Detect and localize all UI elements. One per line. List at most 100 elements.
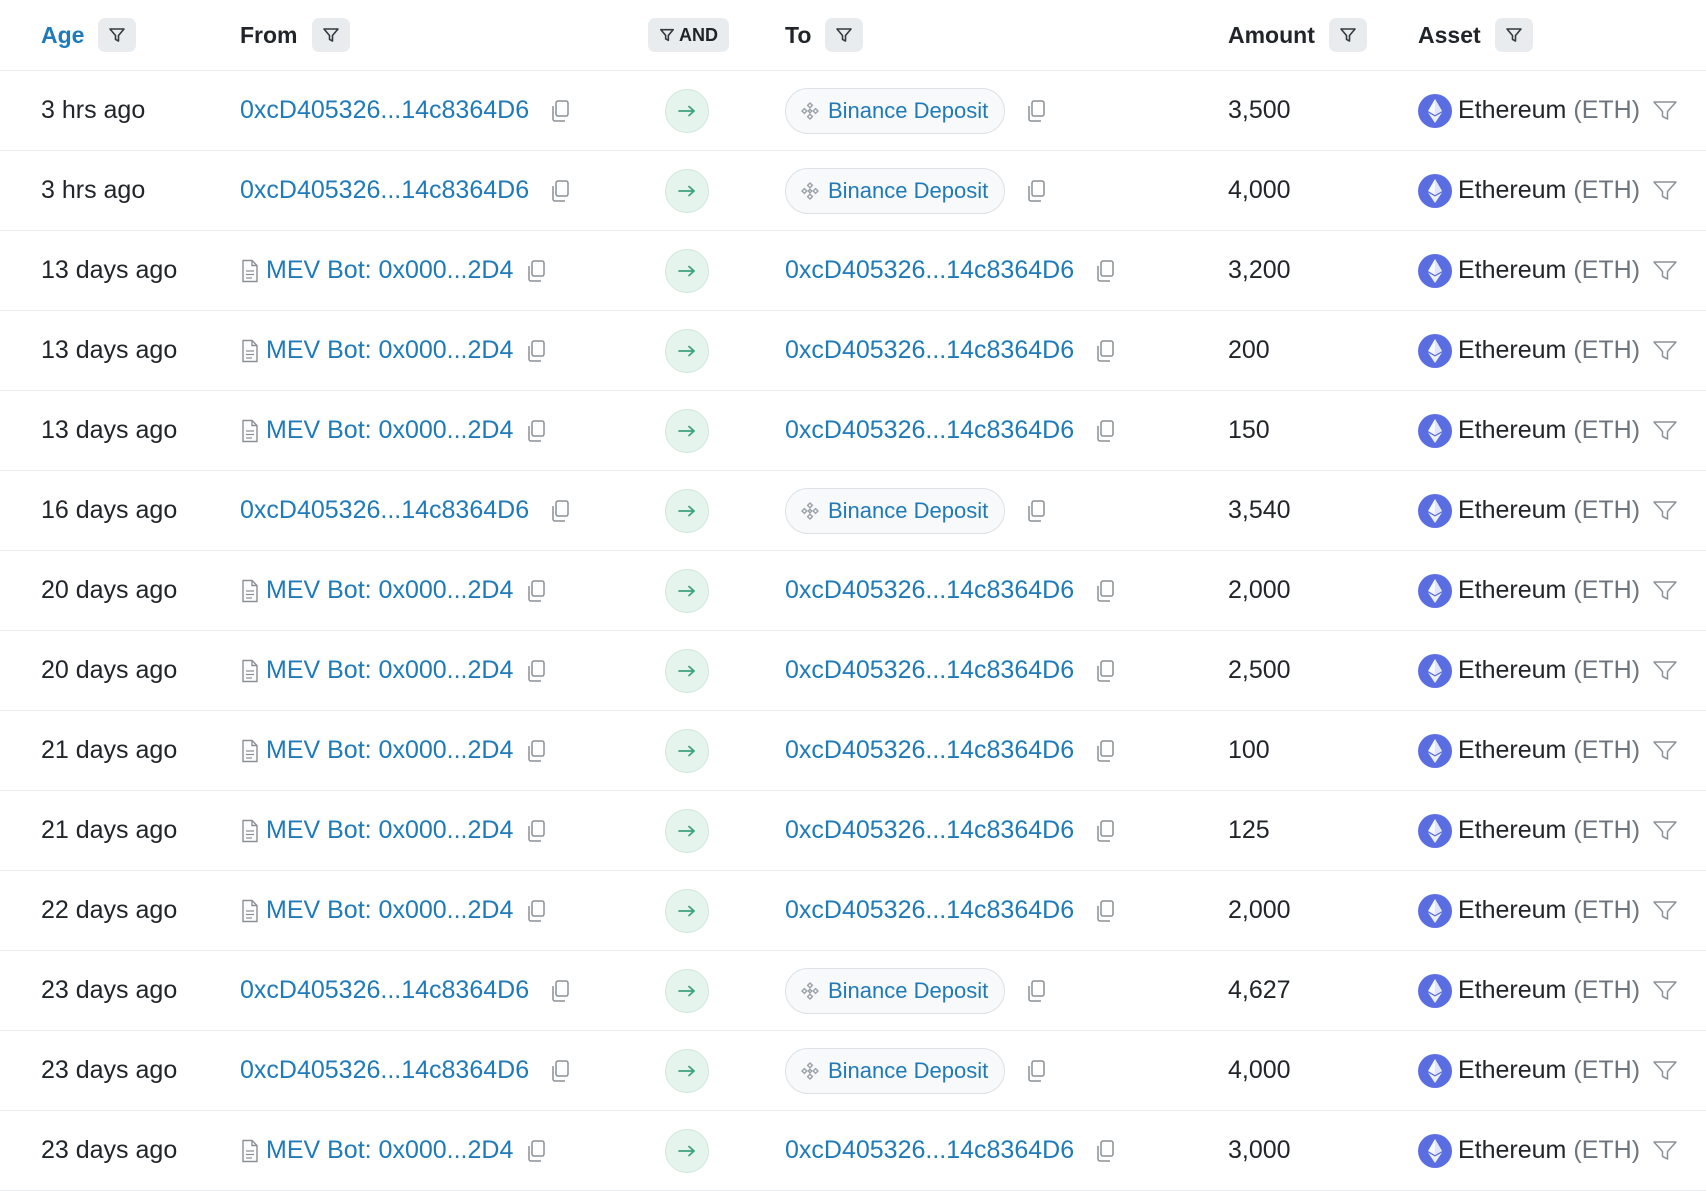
from-link[interactable]: MEV Bot: 0x000...2D4 (266, 416, 513, 445)
copy-from-button[interactable] (549, 1059, 571, 1083)
and-filter-button[interactable]: AND (648, 18, 729, 52)
copy-to-button[interactable] (1094, 1139, 1116, 1163)
from-filter-button[interactable] (311, 18, 350, 52)
from-link[interactable]: MEV Bot: 0x000...2D4 (266, 896, 513, 925)
copy-from-button[interactable] (525, 659, 547, 683)
from-link[interactable]: MEV Bot: 0x000...2D4 (266, 816, 513, 845)
arrow-right-icon (665, 1048, 709, 1093)
to-link[interactable]: 0xcD405326...14c8364D6 (785, 736, 1074, 765)
copy-from-button[interactable] (549, 179, 571, 203)
amount-cell: 2,500 (1228, 631, 1291, 710)
amount-value: 4,627 (1228, 976, 1291, 1004)
copy-from-button[interactable] (525, 899, 547, 923)
copy-to-button[interactable] (1094, 259, 1116, 283)
asset-row-filter-button[interactable] (1652, 1139, 1678, 1163)
age-value: 13 days ago (41, 256, 178, 284)
arrow-right-icon (665, 408, 709, 453)
from-link[interactable]: MEV Bot: 0x000...2D4 (266, 736, 513, 765)
asset-row-filter-button[interactable] (1652, 819, 1678, 843)
asset-filter-button[interactable] (1494, 18, 1533, 52)
to-label-pill[interactable]: Binance Deposit (785, 167, 1006, 214)
asset-row-filter-button[interactable] (1652, 99, 1678, 123)
copy-to-button[interactable] (1025, 179, 1047, 203)
from-link[interactable]: MEV Bot: 0x000...2D4 (266, 576, 513, 605)
to-link[interactable]: 0xcD405326...14c8364D6 (785, 816, 1074, 845)
copy-from-button[interactable] (525, 819, 547, 843)
from-link[interactable]: 0xcD405326...14c8364D6 (240, 1056, 529, 1085)
copy-to-button[interactable] (1025, 1059, 1047, 1083)
asset-row-filter-button[interactable] (1652, 499, 1678, 523)
asset-name[interactable]: Ethereum (1458, 96, 1566, 125)
copy-icon (552, 1059, 569, 1082)
asset-row-filter-button[interactable] (1652, 339, 1678, 363)
copy-from-button[interactable] (549, 99, 571, 123)
asset-name[interactable]: Ethereum (1458, 176, 1566, 205)
to-label-pill[interactable]: Binance Deposit (785, 1047, 1006, 1094)
asset-name[interactable]: Ethereum (1458, 1136, 1566, 1165)
to-link[interactable]: 0xcD405326...14c8364D6 (785, 896, 1074, 925)
copy-from-button[interactable] (549, 979, 571, 1003)
copy-from-button[interactable] (525, 1139, 547, 1163)
from-link[interactable]: 0xcD405326...14c8364D6 (240, 496, 529, 525)
asset-row-filter-button[interactable] (1652, 739, 1678, 763)
copy-from-button[interactable] (525, 339, 547, 363)
to-link[interactable]: 0xcD405326...14c8364D6 (785, 336, 1074, 365)
asset-row-filter-button[interactable] (1652, 179, 1678, 203)
to-link[interactable]: 0xcD405326...14c8364D6 (785, 576, 1074, 605)
ethereum-icon (1418, 733, 1452, 768)
copy-to-button[interactable] (1094, 659, 1116, 683)
asset-row-filter-button[interactable] (1652, 259, 1678, 283)
asset-name[interactable]: Ethereum (1458, 976, 1566, 1005)
copy-to-button[interactable] (1094, 339, 1116, 363)
to-link[interactable]: 0xcD405326...14c8364D6 (785, 416, 1074, 445)
asset-name[interactable]: Ethereum (1458, 416, 1566, 445)
amount-filter-button[interactable] (1328, 18, 1367, 52)
asset-name[interactable]: Ethereum (1458, 896, 1566, 925)
copy-from-button[interactable] (525, 739, 547, 763)
from-link[interactable]: 0xcD405326...14c8364D6 (240, 96, 529, 125)
from-link[interactable]: MEV Bot: 0x000...2D4 (266, 656, 513, 685)
asset-name[interactable]: Ethereum (1458, 496, 1566, 525)
copy-to-button[interactable] (1025, 99, 1047, 123)
copy-to-button[interactable] (1094, 819, 1116, 843)
asset-name[interactable]: Ethereum (1458, 816, 1566, 845)
copy-to-button[interactable] (1025, 499, 1047, 523)
header-to-label: To (785, 21, 812, 48)
copy-to-button[interactable] (1094, 579, 1116, 603)
copy-to-button[interactable] (1094, 419, 1116, 443)
asset-row-filter-button[interactable] (1652, 899, 1678, 923)
copy-from-button[interactable] (549, 499, 571, 523)
copy-from-button[interactable] (525, 419, 547, 443)
copy-to-button[interactable] (1094, 899, 1116, 923)
copy-from-button[interactable] (525, 579, 547, 603)
to-link[interactable]: 0xcD405326...14c8364D6 (785, 1136, 1074, 1165)
asset-name[interactable]: Ethereum (1458, 1056, 1566, 1085)
asset-row-filter-button[interactable] (1652, 1059, 1678, 1083)
from-link[interactable]: 0xcD405326...14c8364D6 (240, 176, 529, 205)
to-label-pill[interactable]: Binance Deposit (785, 87, 1006, 134)
age-filter-button[interactable] (98, 18, 137, 52)
to-link[interactable]: 0xcD405326...14c8364D6 (785, 656, 1074, 685)
to-label-pill[interactable]: Binance Deposit (785, 967, 1006, 1014)
copy-to-button[interactable] (1094, 739, 1116, 763)
asset-name[interactable]: Ethereum (1458, 576, 1566, 605)
asset-name[interactable]: Ethereum (1458, 736, 1566, 765)
funnel-icon (1653, 340, 1677, 360)
copy-to-button[interactable] (1025, 979, 1047, 1003)
header-age-label[interactable]: Age (41, 22, 84, 49)
asset-name[interactable]: Ethereum (1458, 656, 1566, 685)
asset-row-filter-button[interactable] (1652, 979, 1678, 1003)
asset-name[interactable]: Ethereum (1458, 336, 1566, 365)
asset-name[interactable]: Ethereum (1458, 256, 1566, 285)
to-filter-button[interactable] (825, 18, 864, 52)
from-link[interactable]: 0xcD405326...14c8364D6 (240, 976, 529, 1005)
from-link[interactable]: MEV Bot: 0x000...2D4 (266, 1136, 513, 1165)
to-link[interactable]: 0xcD405326...14c8364D6 (785, 256, 1074, 285)
from-link[interactable]: MEV Bot: 0x000...2D4 (266, 256, 513, 285)
to-label-pill[interactable]: Binance Deposit (785, 487, 1006, 534)
from-link[interactable]: MEV Bot: 0x000...2D4 (266, 336, 513, 365)
asset-row-filter-button[interactable] (1652, 579, 1678, 603)
copy-from-button[interactable] (525, 259, 547, 283)
asset-row-filter-button[interactable] (1652, 659, 1678, 683)
asset-row-filter-button[interactable] (1652, 419, 1678, 443)
